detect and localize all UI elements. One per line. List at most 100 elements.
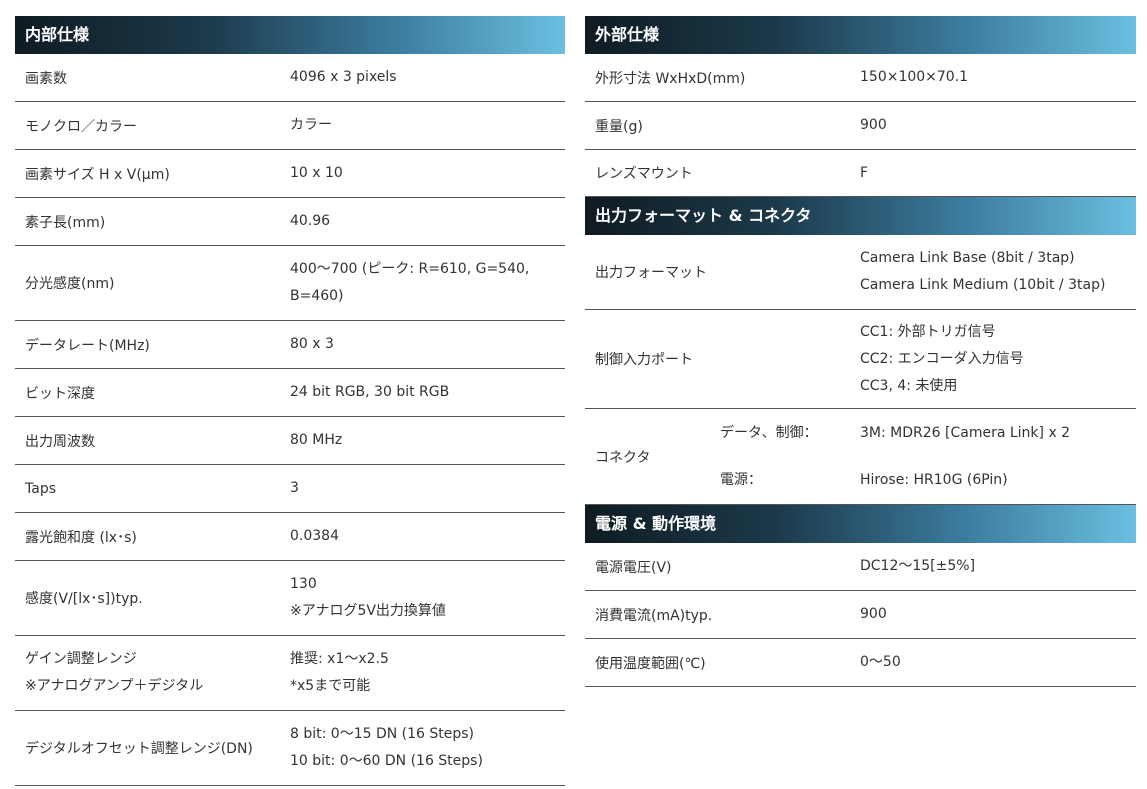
spec-value-line: Camera Link Medium (10bit / 3tap) — [860, 277, 1106, 293]
spec-row: モノクロ／カラー カラー — [15, 102, 565, 150]
spec-value: Camera Link Base (8bit / 3tap) Camera Li… — [860, 245, 1136, 299]
spec-value-line: 80 MHz — [290, 432, 343, 448]
spec-value-line: CC3, 4: 未使用 — [860, 377, 958, 394]
connector-line: データ、制御： 3M: MDR26 [Camera Link] x 2 — [720, 420, 1136, 447]
spec-row: Taps 3 — [15, 465, 565, 513]
spec-key: 電源電圧(V) — [595, 559, 672, 576]
spec-value-line: *x5まで可能 — [290, 678, 371, 694]
spec-row: 画素サイズ H x V(μm) 10 x 10 — [15, 150, 565, 198]
spec-value-line: 推奨: x1～x2.5 — [290, 651, 389, 667]
spec-key: 出力周波数 — [25, 433, 95, 450]
spec-key: 画素サイズ H x V(μm) — [25, 166, 170, 183]
spec-value: 130 ※アナログ5V出力換算値 — [290, 571, 565, 625]
spec-value-line: ※アナログ5V出力換算値 — [290, 603, 446, 619]
spec-row: 露光飽和度 (lx･s) 0.0384 — [15, 513, 565, 561]
spec-row: 電源電圧(V) DC12～15[±5%] — [585, 543, 1136, 591]
spec-value-line: 0～50 — [860, 654, 901, 670]
spec-key: 画素数 — [25, 70, 67, 87]
spec-key: 外形寸法 WxHxD(mm) — [595, 70, 746, 87]
connector-label: 電源： — [720, 472, 762, 488]
spec-value: 150×100×70.1 — [860, 64, 1136, 91]
spec-row: 画素数 4096 x 3 pixels — [15, 54, 565, 102]
spec-key: レンズマウント — [595, 166, 693, 182]
spec-value-line: 400～700 (ピーク: R=610, G=540, — [290, 261, 530, 277]
spec-value-line: 80 x 3 — [290, 336, 334, 352]
spec-value: 0～50 — [860, 649, 1136, 676]
spec-key: 出力フォーマット — [595, 265, 707, 281]
spec-key: データレート(MHz) — [25, 337, 150, 354]
spec-row: 重量(g) 900 — [585, 102, 1136, 150]
spec-row: 出力フォーマット Camera Link Base (8bit / 3tap) … — [585, 235, 1136, 310]
spec-key: 制御入力ポート — [595, 352, 693, 368]
spec-value: 0.0384 — [290, 523, 565, 550]
spec-row: レンズマウント F — [585, 150, 1136, 197]
spec-value: 3 — [290, 475, 565, 502]
spec-value-line: 24 bit RGB, 30 bit RGB — [290, 384, 450, 400]
spec-value: F — [860, 160, 1136, 187]
spec-value: 900 — [860, 112, 1136, 139]
spec-value: 80 MHz — [290, 427, 565, 454]
connector-line: 電源： Hirose: HR10G (6Pin) — [720, 467, 1136, 494]
spec-value-line: 10 bit: 0～60 DN (16 Steps) — [290, 753, 483, 769]
spec-row: 出力周波数 80 MHz — [15, 417, 565, 465]
spec-row: 制御入力ポート CC1: 外部トリガ信号 CC2: エンコーダ入力信号 CC3,… — [585, 310, 1136, 409]
spec-value: 10 x 10 — [290, 160, 565, 187]
spec-row: 外形寸法 WxHxD(mm) 150×100×70.1 — [585, 54, 1136, 102]
spec-value-line: CC2: エンコーダ入力信号 — [860, 350, 1024, 367]
spec-row: 感度(V/[lx･s])typ. 130 ※アナログ5V出力換算値 — [15, 561, 565, 636]
section-title-power: 電源 & 動作環境 — [585, 505, 1136, 543]
connector-label: データ、制御： — [720, 425, 818, 441]
spec-key: 露光飽和度 (lx･s) — [25, 529, 137, 546]
spec-key: 消費電流(mA)typ. — [595, 607, 713, 624]
right-spec-column: 外部仕様 外形寸法 WxHxD(mm) 150×100×70.1 重量(g) 9… — [585, 16, 1136, 687]
spec-key: ビット深度 — [25, 385, 95, 402]
spec-key: 使用温度範囲(℃) — [595, 655, 706, 672]
spec-value: DC12～15[±5%] — [860, 553, 1136, 580]
section-title-external: 外部仕様 — [585, 16, 1136, 54]
spec-key: 分光感度(nm) — [25, 276, 115, 292]
spec-value-line: F — [860, 164, 869, 181]
spec-row: ゲイン調整レンジ ※アナログアンプ＋デジタル 推奨: x1～x2.5 *x5まで… — [15, 636, 565, 711]
spec-value-line: B=460) — [290, 288, 344, 304]
spec-value-line: 3 — [290, 480, 299, 496]
spec-value-line: 900 — [860, 606, 887, 622]
spec-key: 感度(V/[lx･s])typ. — [25, 591, 143, 607]
spec-value-line: 40.96 — [290, 213, 331, 229]
spec-key: Taps — [25, 480, 56, 497]
spec-value: 400～700 (ピーク: R=610, G=540, B=460) — [290, 256, 565, 310]
spec-row: ビット深度 24 bit RGB, 30 bit RGB — [15, 369, 565, 417]
spec-value: CC1: 外部トリガ信号 CC2: エンコーダ入力信号 CC3, 4: 未使用 — [860, 319, 1136, 400]
internal-spec-section: 内部仕様 画素数 4096 x 3 pixels モノクロ／カラー カラー 画素… — [15, 16, 565, 786]
spec-value: 80 x 3 — [290, 331, 565, 358]
spec-value-line: カラー — [290, 117, 332, 133]
spec-value-line: Camera Link Base (8bit / 3tap) — [860, 250, 1075, 266]
spec-key-line: ※アナログアンプ＋デジタル — [25, 678, 204, 694]
spec-row: データレート(MHz) 80 x 3 — [15, 321, 565, 369]
spec-key: コネクタ — [595, 449, 651, 466]
spec-value: 24 bit RGB, 30 bit RGB — [290, 379, 565, 406]
connector-details: データ、制御： 3M: MDR26 [Camera Link] x 2 電源： … — [720, 409, 1136, 504]
spec-key: 重量(g) — [595, 118, 643, 135]
spec-value: 900 — [860, 601, 1136, 628]
spec-row: 使用温度範囲(℃) 0～50 — [585, 639, 1136, 687]
spec-value: 推奨: x1～x2.5 *x5まで可能 — [290, 646, 565, 700]
spec-key: ゲイン調整レンジ ※アナログアンプ＋デジタル — [15, 646, 290, 700]
connector-row: コネクタ データ、制御： 3M: MDR26 [Camera Link] x 2… — [585, 409, 1136, 505]
spec-value-line: DC12～15[±5%] — [860, 558, 976, 574]
spec-value-line: 150×100×70.1 — [860, 69, 969, 85]
spec-value: 8 bit: 0～15 DN (16 Steps) 10 bit: 0～60 D… — [290, 721, 565, 775]
spec-key: 素子長(mm) — [25, 214, 106, 231]
spec-key: モノクロ／カラー — [25, 118, 137, 135]
spec-value: 40.96 — [290, 208, 565, 235]
spec-value-line: 8 bit: 0～15 DN (16 Steps) — [290, 726, 475, 742]
connector-value: 3M: MDR26 [Camera Link] x 2 — [860, 425, 1071, 441]
spec-value-line: CC1: 外部トリガ信号 — [860, 323, 996, 340]
spec-value-line: 900 — [860, 117, 887, 133]
spec-row: 消費電流(mA)typ. 900 — [585, 591, 1136, 639]
spec-row: 分光感度(nm) 400～700 (ピーク: R=610, G=540, B=4… — [15, 246, 565, 321]
spec-value-line: 130 — [290, 576, 317, 592]
section-title-internal: 内部仕様 — [15, 16, 565, 54]
spec-key-line: ゲイン調整レンジ — [25, 651, 137, 667]
spec-key: デジタルオフセット調整レンジ(DN) — [25, 741, 253, 757]
spec-value: カラー — [290, 112, 565, 139]
